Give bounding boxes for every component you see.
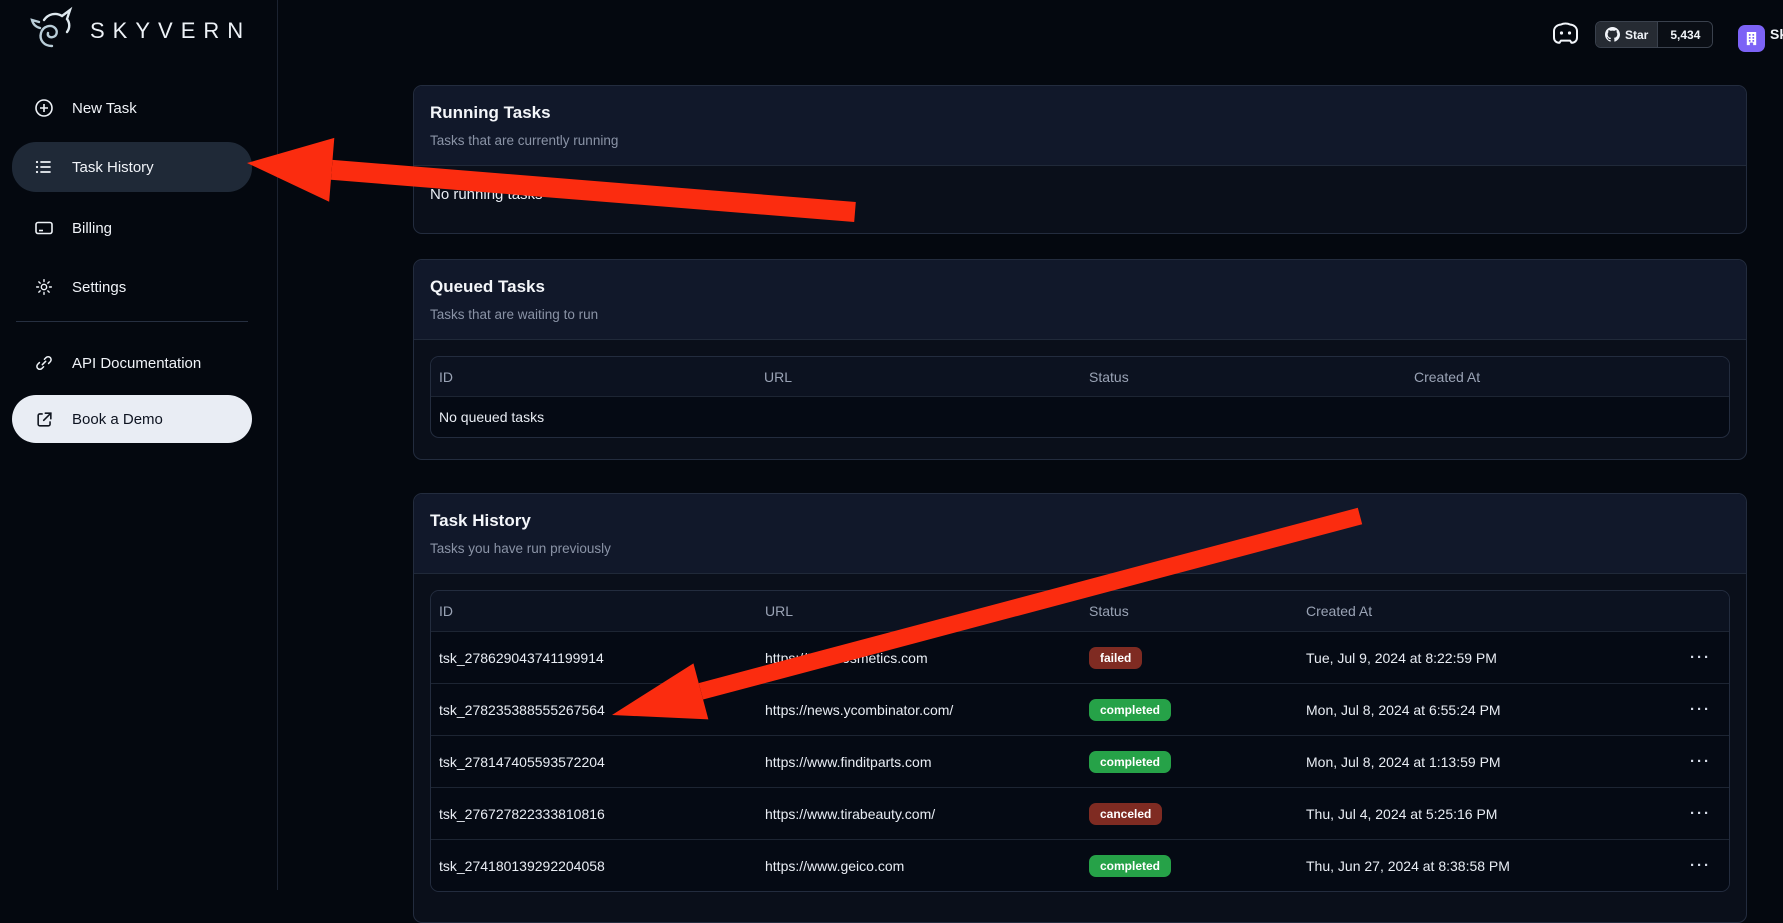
- task-id-cell: tsk_276727822333810816: [431, 806, 757, 822]
- task-history-row[interactable]: tsk_274180139292204058https://www.geico.…: [431, 839, 1729, 891]
- status-badge: completed: [1089, 855, 1171, 877]
- task-created-at-cell: Thu, Jul 4, 2024 at 5:25:16 PM: [1298, 806, 1651, 822]
- list-icon: [34, 157, 54, 177]
- sidebar-item-api-documentation[interactable]: API Documentation: [12, 341, 252, 385]
- column-header-url: URL: [757, 603, 1081, 619]
- task-id-cell: tsk_278235388555267564: [431, 702, 757, 718]
- github-icon: [1605, 27, 1620, 42]
- task-status-cell: failed: [1081, 647, 1298, 669]
- task-created-at-cell: Mon, Jul 8, 2024 at 6:55:24 PM: [1298, 702, 1651, 718]
- task-id-cell: tsk_274180139292204058: [431, 858, 757, 874]
- task-url-cell: https://news.ycombinator.com/: [757, 702, 1081, 718]
- plus-circle-icon: [34, 98, 54, 118]
- brand-name: SKYVERN: [90, 18, 251, 44]
- status-badge: completed: [1089, 699, 1171, 721]
- task-status-cell: completed: [1081, 751, 1298, 773]
- column-header-created-at: Created At: [1298, 603, 1651, 619]
- book-a-demo-button[interactable]: Book a Demo: [12, 395, 252, 443]
- task-id-cell: tsk_278629043741199914: [431, 650, 757, 666]
- task-status-cell: completed: [1081, 699, 1298, 721]
- column-header-id: ID: [431, 603, 757, 619]
- task-history-header: Task History Tasks you have run previous…: [414, 494, 1746, 574]
- task-url-cell: https://www.finditparts.com: [757, 754, 1081, 770]
- row-actions-button[interactable]: ···: [1651, 701, 1729, 718]
- row-actions-button[interactable]: ···: [1651, 857, 1729, 874]
- sidebar-item-label: Settings: [72, 279, 126, 296]
- sidebar-item-billing[interactable]: Billing: [12, 206, 252, 250]
- github-star-label: Star: [1625, 28, 1648, 42]
- queued-tasks-table: ID URL Status Created At No queued tasks: [430, 356, 1730, 438]
- sidebar-divider: [16, 321, 248, 322]
- dragon-logo-icon: [26, 6, 78, 56]
- table-header-row: ID URL Status Created At: [431, 591, 1729, 631]
- sidebar-item-task-history[interactable]: Task History: [12, 142, 252, 192]
- sidebar-item-label: Task History: [72, 159, 154, 176]
- card-subtitle: Tasks you have run previously: [430, 541, 1730, 573]
- task-history-card: Task History Tasks you have run previous…: [413, 493, 1747, 923]
- card-subtitle: Tasks that are currently running: [430, 133, 1730, 165]
- sidebar-item-new-task[interactable]: New Task: [12, 86, 252, 130]
- task-history-row[interactable]: tsk_278629043741199914https://tartecosme…: [431, 631, 1729, 683]
- task-created-at-cell: Thu, Jun 27, 2024 at 8:38:58 PM: [1298, 858, 1651, 874]
- column-header-url: URL: [756, 369, 1081, 385]
- card-title: Task History: [430, 511, 1730, 531]
- org-name-clipped: Sk: [1770, 26, 1783, 42]
- building-icon: [1744, 31, 1759, 46]
- column-header-created-at: Created At: [1406, 369, 1729, 385]
- task-id-cell: tsk_278147405593572204: [431, 754, 757, 770]
- queued-tasks-card: Queued Tasks Tasks that are waiting to r…: [413, 259, 1747, 460]
- column-header-id: ID: [431, 369, 756, 385]
- card-title: Queued Tasks: [430, 277, 1730, 297]
- discord-icon[interactable]: [1550, 20, 1581, 46]
- no-queued-tasks-text: No queued tasks: [431, 409, 1729, 425]
- queued-tasks-header: Queued Tasks Tasks that are waiting to r…: [414, 260, 1746, 340]
- github-star-count: 5,434: [1657, 22, 1712, 47]
- github-star-button[interactable]: Star 5,434: [1595, 21, 1713, 48]
- status-badge: canceled: [1089, 803, 1162, 825]
- table-header-row: ID URL Status Created At: [431, 357, 1729, 396]
- sidebar-item-label: Billing: [72, 220, 112, 237]
- task-history-row[interactable]: tsk_278147405593572204https://www.findit…: [431, 735, 1729, 787]
- external-link-icon: [34, 409, 54, 429]
- card-subtitle: Tasks that are waiting to run: [430, 307, 1730, 339]
- org-avatar[interactable]: [1738, 25, 1765, 52]
- column-header-status: Status: [1081, 369, 1406, 385]
- card-title: Running Tasks: [430, 103, 1730, 123]
- task-url-cell: https://tartecosmetics.com: [757, 650, 1081, 666]
- sidebar-item-label: New Task: [72, 100, 137, 117]
- row-actions-button[interactable]: ···: [1651, 753, 1729, 770]
- status-badge: completed: [1089, 751, 1171, 773]
- gear-icon: [34, 277, 54, 297]
- task-status-cell: completed: [1081, 855, 1298, 877]
- empty-row: No queued tasks: [431, 396, 1729, 437]
- book-a-demo-label: Book a Demo: [72, 411, 163, 428]
- running-tasks-header: Running Tasks Tasks that are currently r…: [414, 86, 1746, 166]
- task-history-table: ID URL Status Created At tsk_27862904374…: [430, 590, 1730, 892]
- sidebar: SKYVERN New Task Task History Billing Se…: [0, 0, 278, 890]
- link-icon: [34, 353, 54, 373]
- task-created-at-cell: Tue, Jul 9, 2024 at 8:22:59 PM: [1298, 650, 1651, 666]
- sidebar-item-settings[interactable]: Settings: [12, 265, 252, 309]
- status-badge: failed: [1089, 647, 1142, 669]
- running-tasks-card: Running Tasks Tasks that are currently r…: [413, 85, 1747, 234]
- task-url-cell: https://www.tirabeauty.com/: [757, 806, 1081, 822]
- task-created-at-cell: Mon, Jul 8, 2024 at 1:13:59 PM: [1298, 754, 1651, 770]
- sidebar-item-label: API Documentation: [72, 355, 201, 372]
- column-header-status: Status: [1081, 603, 1298, 619]
- brand-logo: SKYVERN: [26, 6, 251, 56]
- row-actions-button[interactable]: ···: [1651, 649, 1729, 666]
- credit-card-icon: [34, 218, 54, 238]
- task-status-cell: canceled: [1081, 803, 1298, 825]
- task-history-row[interactable]: tsk_276727822333810816https://www.tirabe…: [431, 787, 1729, 839]
- task-url-cell: https://www.geico.com: [757, 858, 1081, 874]
- no-running-tasks-text: No running tasks: [414, 166, 1746, 203]
- task-history-row[interactable]: tsk_278235388555267564https://news.ycomb…: [431, 683, 1729, 735]
- row-actions-button[interactable]: ···: [1651, 805, 1729, 822]
